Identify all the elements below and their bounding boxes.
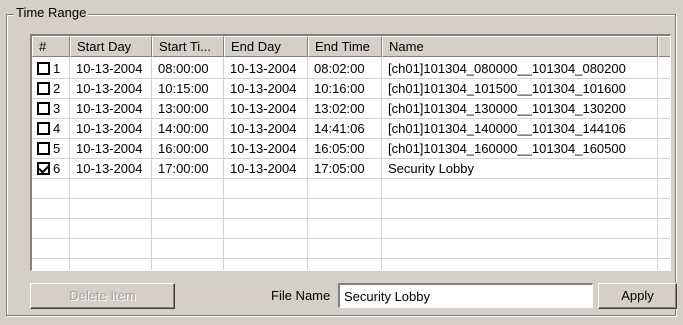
cell-start-day: 10-13-2004 bbox=[76, 101, 143, 116]
column-header-start-time[interactable]: Start Ti... bbox=[152, 36, 224, 57]
column-header-filler bbox=[658, 36, 670, 57]
list-header: # Start Day Start Ti... End Day End Time… bbox=[32, 36, 670, 57]
column-header-end-time[interactable]: End Time bbox=[308, 36, 382, 57]
cell-start-time: 16:00:00 bbox=[158, 141, 209, 156]
row-checkbox[interactable] bbox=[37, 102, 50, 115]
cell-start-time: 17:00:00 bbox=[158, 161, 209, 176]
row-number: 3 bbox=[53, 101, 61, 116]
column-header-name[interactable]: Name bbox=[382, 36, 658, 57]
grid-row-line bbox=[32, 238, 670, 239]
cell-name: [ch01]101304_160000__101304_160500 bbox=[388, 141, 626, 156]
cell-end-time: 17:05:00 bbox=[314, 161, 365, 176]
grid-row-line bbox=[32, 258, 670, 259]
table-row[interactable]: 5 10-13-2004 16:00:00 10-13-2004 16:05:00 [ch… bbox=[32, 139, 670, 159]
row-checkbox[interactable] bbox=[37, 162, 50, 175]
cell-start-time: 08:00:00 bbox=[158, 61, 209, 76]
cell-end-time: 13:02:00 bbox=[314, 101, 365, 116]
row-checkbox[interactable] bbox=[37, 122, 50, 135]
table-row[interactable]: 6 10-13-2004 17:00:00 10-13-2004 17:05:00 Sec… bbox=[32, 159, 670, 179]
cell-start-time: 13:00:00 bbox=[158, 101, 209, 116]
column-header-end-day[interactable]: End Day bbox=[224, 36, 308, 57]
time-range-list[interactable]: # Start Day Start Ti... End Day End Time… bbox=[30, 34, 671, 271]
row-number: 5 bbox=[53, 141, 61, 156]
grid-row-line bbox=[32, 198, 670, 199]
row-number: 4 bbox=[53, 121, 61, 136]
cell-end-day: 10-13-2004 bbox=[230, 121, 297, 136]
cell-end-day: 10-13-2004 bbox=[230, 61, 297, 76]
cell-end-day: 10-13-2004 bbox=[230, 141, 297, 156]
table-row[interactable]: 4 10-13-2004 14:00:00 10-13-2004 14:41:06 [ch… bbox=[32, 119, 670, 139]
cell-start-time: 10:15:00 bbox=[158, 81, 209, 96]
row-checkbox[interactable] bbox=[37, 62, 50, 75]
cell-start-time: 14:00:00 bbox=[158, 121, 209, 136]
table-row[interactable]: 2 10-13-2004 10:15:00 10-13-2004 10:16:00 [ch… bbox=[32, 79, 670, 99]
file-name-label: File Name bbox=[271, 288, 331, 303]
group-title: Time Range bbox=[14, 5, 89, 20]
row-checkbox[interactable] bbox=[37, 142, 50, 155]
row-number: 2 bbox=[53, 81, 61, 96]
cell-end-day: 10-13-2004 bbox=[230, 161, 297, 176]
cell-start-day: 10-13-2004 bbox=[76, 61, 143, 76]
row-number: 1 bbox=[53, 61, 61, 76]
delete-item-button[interactable]: Delete Item bbox=[30, 283, 175, 309]
cell-name: [ch01]101304_080000__101304_080200 bbox=[388, 61, 626, 76]
cell-name: [ch01]101304_140000__101304_144106 bbox=[388, 121, 626, 136]
cell-end-time: 16:05:00 bbox=[314, 141, 365, 156]
table-row[interactable]: 1 10-13-2004 08:00:00 10-13-2004 08:02:00 [ch… bbox=[32, 59, 670, 79]
cell-name: [ch01]101304_130000__101304_130200 bbox=[388, 101, 626, 116]
cell-start-day: 10-13-2004 bbox=[76, 141, 143, 156]
cell-start-day: 10-13-2004 bbox=[76, 161, 143, 176]
column-header-start-day[interactable]: Start Day bbox=[70, 36, 152, 57]
cell-end-time: 08:02:00 bbox=[314, 61, 365, 76]
row-number: 6 bbox=[53, 161, 61, 176]
cell-name: Security Lobby bbox=[388, 161, 474, 176]
cell-start-day: 10-13-2004 bbox=[76, 121, 143, 136]
apply-button[interactable]: Apply bbox=[598, 283, 677, 309]
cell-end-time: 14:41:06 bbox=[314, 121, 365, 136]
file-name-input[interactable] bbox=[338, 283, 593, 308]
cell-start-day: 10-13-2004 bbox=[76, 81, 143, 96]
cell-name: [ch01]101304_101500__101304_101600 bbox=[388, 81, 626, 96]
column-header-number[interactable]: # bbox=[32, 36, 70, 57]
cell-end-day: 10-13-2004 bbox=[230, 81, 297, 96]
cell-end-day: 10-13-2004 bbox=[230, 101, 297, 116]
grid-row-line bbox=[32, 218, 670, 219]
cell-end-time: 10:16:00 bbox=[314, 81, 365, 96]
row-checkbox[interactable] bbox=[37, 82, 50, 95]
table-row[interactable]: 3 10-13-2004 13:00:00 10-13-2004 13:02:00 [ch… bbox=[32, 99, 670, 119]
